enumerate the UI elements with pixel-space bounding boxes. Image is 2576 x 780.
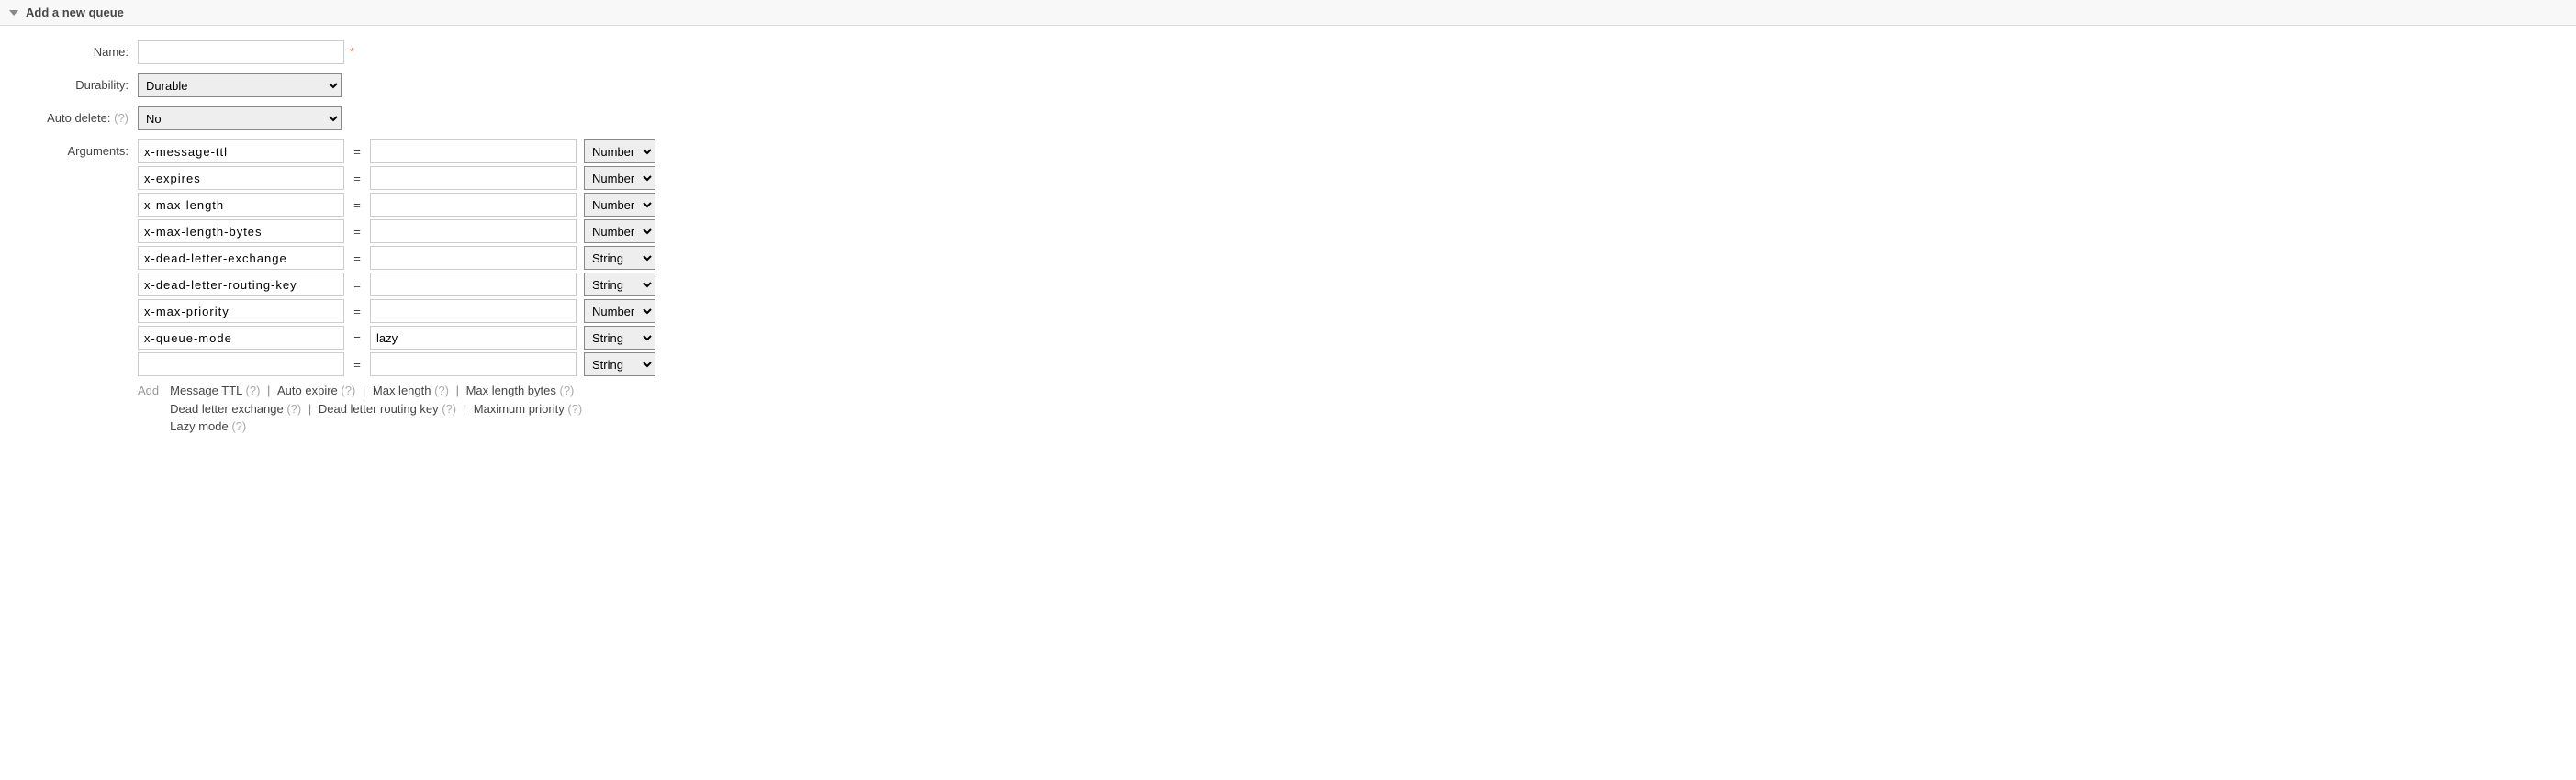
hint-help[interactable]: (?) <box>338 384 356 397</box>
hint-separator: | <box>359 384 369 397</box>
argument-type-select[interactable]: NumberString <box>584 246 655 270</box>
hint-link[interactable]: Message TTL <box>170 384 242 397</box>
argument-key-input[interactable] <box>138 273 344 296</box>
argument-type-select[interactable]: NumberString <box>584 273 655 296</box>
hint-help[interactable]: (?) <box>556 384 575 397</box>
argument-row: = NumberString <box>138 246 655 270</box>
hint-help[interactable]: (?) <box>242 384 261 397</box>
argument-key-input[interactable] <box>138 166 344 190</box>
argument-row: = NumberString <box>138 273 655 296</box>
argument-value-input[interactable] <box>370 246 577 270</box>
hint-separator: | <box>305 402 315 416</box>
argument-key-input[interactable] <box>138 193 344 217</box>
argument-key-input[interactable] <box>138 352 344 376</box>
name-label: Name: <box>0 40 138 64</box>
hint-link[interactable]: Lazy mode <box>170 419 229 433</box>
hint-link[interactable]: Auto expire <box>277 384 338 397</box>
argument-type-select[interactable]: NumberString <box>584 193 655 217</box>
auto-delete-select[interactable]: No <box>138 106 342 130</box>
argument-value-input[interactable] <box>370 139 577 163</box>
equals-sign: = <box>352 172 363 185</box>
argument-key-input[interactable] <box>138 219 344 243</box>
hints-links: Message TTL (?) | Auto expire (?) | Max … <box>170 382 582 436</box>
argument-value-input[interactable] <box>370 193 577 217</box>
hint-help[interactable]: (?) <box>565 402 583 416</box>
arguments-block: =NumberString=NumberString=NumberString=… <box>138 139 655 436</box>
argument-value-input[interactable] <box>370 273 577 296</box>
argument-row: = NumberString <box>138 352 655 376</box>
durability-select[interactable]: Durable <box>138 73 342 97</box>
hint-separator: | <box>453 384 463 397</box>
argument-type-select[interactable]: NumberString <box>584 219 655 243</box>
argument-value-input[interactable] <box>370 166 577 190</box>
hint-link[interactable]: Max length bytes <box>466 384 556 397</box>
argument-type-select[interactable]: NumberString <box>584 299 655 323</box>
hint-help[interactable]: (?) <box>284 402 302 416</box>
argument-type-select[interactable]: NumberString <box>584 139 655 163</box>
argument-key-input[interactable] <box>138 326 344 350</box>
hint-help[interactable]: (?) <box>431 384 449 397</box>
hint-link[interactable]: Max length <box>373 384 431 397</box>
auto-delete-help[interactable]: (?) <box>114 111 129 125</box>
equals-sign: = <box>352 358 363 372</box>
form-area: Name: * Durability: Durable Auto delete:… <box>0 26 2576 463</box>
name-input[interactable] <box>138 40 344 64</box>
equals-sign: = <box>352 198 363 212</box>
equals-sign: = <box>352 331 363 345</box>
argument-key-input[interactable] <box>138 246 344 270</box>
argument-type-select[interactable]: NumberString <box>584 166 655 190</box>
argument-value-input[interactable] <box>370 352 577 376</box>
argument-key-input[interactable] <box>138 299 344 323</box>
hint-help[interactable]: (?) <box>439 402 457 416</box>
row-auto-delete: Auto delete: (?) No <box>0 106 2576 130</box>
equals-sign: = <box>352 278 363 292</box>
argument-value-input[interactable] <box>370 299 577 323</box>
hint-link[interactable]: Dead letter exchange <box>170 402 284 416</box>
durability-label: Durability: <box>0 73 138 97</box>
argument-row: = NumberString <box>138 299 655 323</box>
argument-row: = NumberString <box>138 166 655 190</box>
argument-value-input[interactable] <box>370 326 577 350</box>
equals-sign: = <box>352 251 363 265</box>
argument-key-input[interactable] <box>138 139 344 163</box>
hint-link[interactable]: Dead letter routing key <box>319 402 439 416</box>
row-durability: Durability: Durable <box>0 73 2576 97</box>
argument-row: = NumberString <box>138 193 655 217</box>
hint-help[interactable]: (?) <box>229 419 247 433</box>
section-title: Add a new queue <box>26 6 124 19</box>
hint-separator: | <box>263 384 274 397</box>
equals-sign: = <box>352 225 363 239</box>
argument-row: = NumberString <box>138 219 655 243</box>
equals-sign: = <box>352 305 363 318</box>
argument-row: = NumberString <box>138 326 655 350</box>
equals-sign: = <box>352 145 363 159</box>
row-arguments: Arguments: = NumberString = NumberString = Nu… <box>0 139 2576 436</box>
row-name: Name: * <box>0 40 2576 64</box>
arguments-label: Arguments: <box>0 139 138 163</box>
chevron-down-icon <box>9 10 18 16</box>
auto-delete-label: Auto delete: (?) <box>0 106 138 130</box>
argument-row: = NumberString <box>138 139 655 163</box>
argument-type-select[interactable]: NumberString <box>584 352 655 376</box>
auto-delete-label-text: Auto delete: <box>47 111 110 125</box>
hint-separator: | <box>460 402 470 416</box>
hints-add-label: Add <box>138 382 159 436</box>
hints-block: Add Message TTL (?) | Auto expire (?) | … <box>138 382 655 436</box>
argument-type-select[interactable]: NumberString <box>584 326 655 350</box>
argument-value-input[interactable] <box>370 219 577 243</box>
required-mark: * <box>350 40 354 64</box>
section-header[interactable]: Add a new queue <box>0 0 2576 26</box>
hint-link[interactable]: Maximum priority <box>474 402 565 416</box>
